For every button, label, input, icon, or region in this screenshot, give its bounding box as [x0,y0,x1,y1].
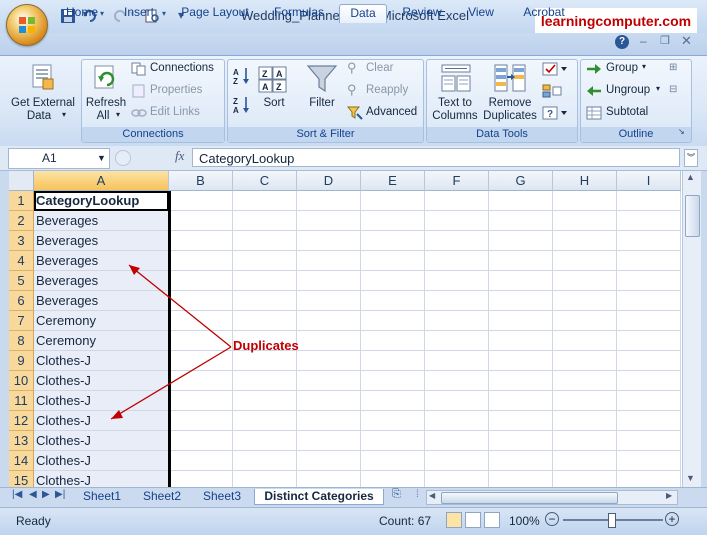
zoom-slider-thumb[interactable] [608,513,616,528]
horizontal-scrollbar[interactable]: ◀ ▶ [426,490,678,505]
arrow-line-down [110,346,232,420]
scroll-left-icon[interactable]: ◀ [429,491,435,500]
sheet-tab-sheet3[interactable]: Sheet3 [196,489,248,504]
zoom-in-icon[interactable]: + [665,512,679,526]
status-ready: Ready [16,514,51,528]
tab-split-handle[interactable]: ⁞ [416,489,419,500]
status-count: Count: 67 [379,514,432,528]
prev-sheet-icon[interactable]: ◀ [29,489,37,500]
vertical-scrollbar[interactable]: ▲ ▼ [682,171,701,487]
sheet-tab-sheet1[interactable]: Sheet1 [76,489,128,504]
arrow-head-down [111,410,123,419]
duplicates-annotation-label: Duplicates [233,338,299,353]
sheet-tab-sheet2[interactable]: Sheet2 [136,489,188,504]
arrow-head-up [129,265,140,275]
duplicates-annotation-arrows [110,264,232,420]
horizontal-scroll-thumb[interactable] [441,492,618,504]
page-break-view-icon[interactable] [484,512,500,528]
zoom-level[interactable]: 100% [509,514,540,528]
next-sheet-icon[interactable]: ▶ [42,489,50,500]
arrow-line-up [128,264,232,348]
first-sheet-icon[interactable]: |◀ [12,489,22,500]
zoom-out-icon[interactable]: − [545,512,559,526]
scroll-up-icon[interactable]: ▲ [686,172,695,182]
office-logo-icon [19,17,35,33]
scroll-down-icon[interactable]: ▼ [686,473,695,483]
scroll-right-icon[interactable]: ▶ [666,491,672,500]
status-bar: Ready Count: 67 100% − + [0,507,707,535]
insert-sheet-icon[interactable]: ⎘ [392,488,401,501]
normal-view-icon[interactable] [446,512,462,528]
office-button[interactable] [6,4,48,46]
last-sheet-icon[interactable]: ▶| [55,489,65,500]
page-layout-view-icon[interactable] [465,512,481,528]
vertical-scroll-thumb[interactable] [685,195,700,237]
sheet-tab-distinct-categories[interactable]: Distinct Categories [254,489,384,505]
